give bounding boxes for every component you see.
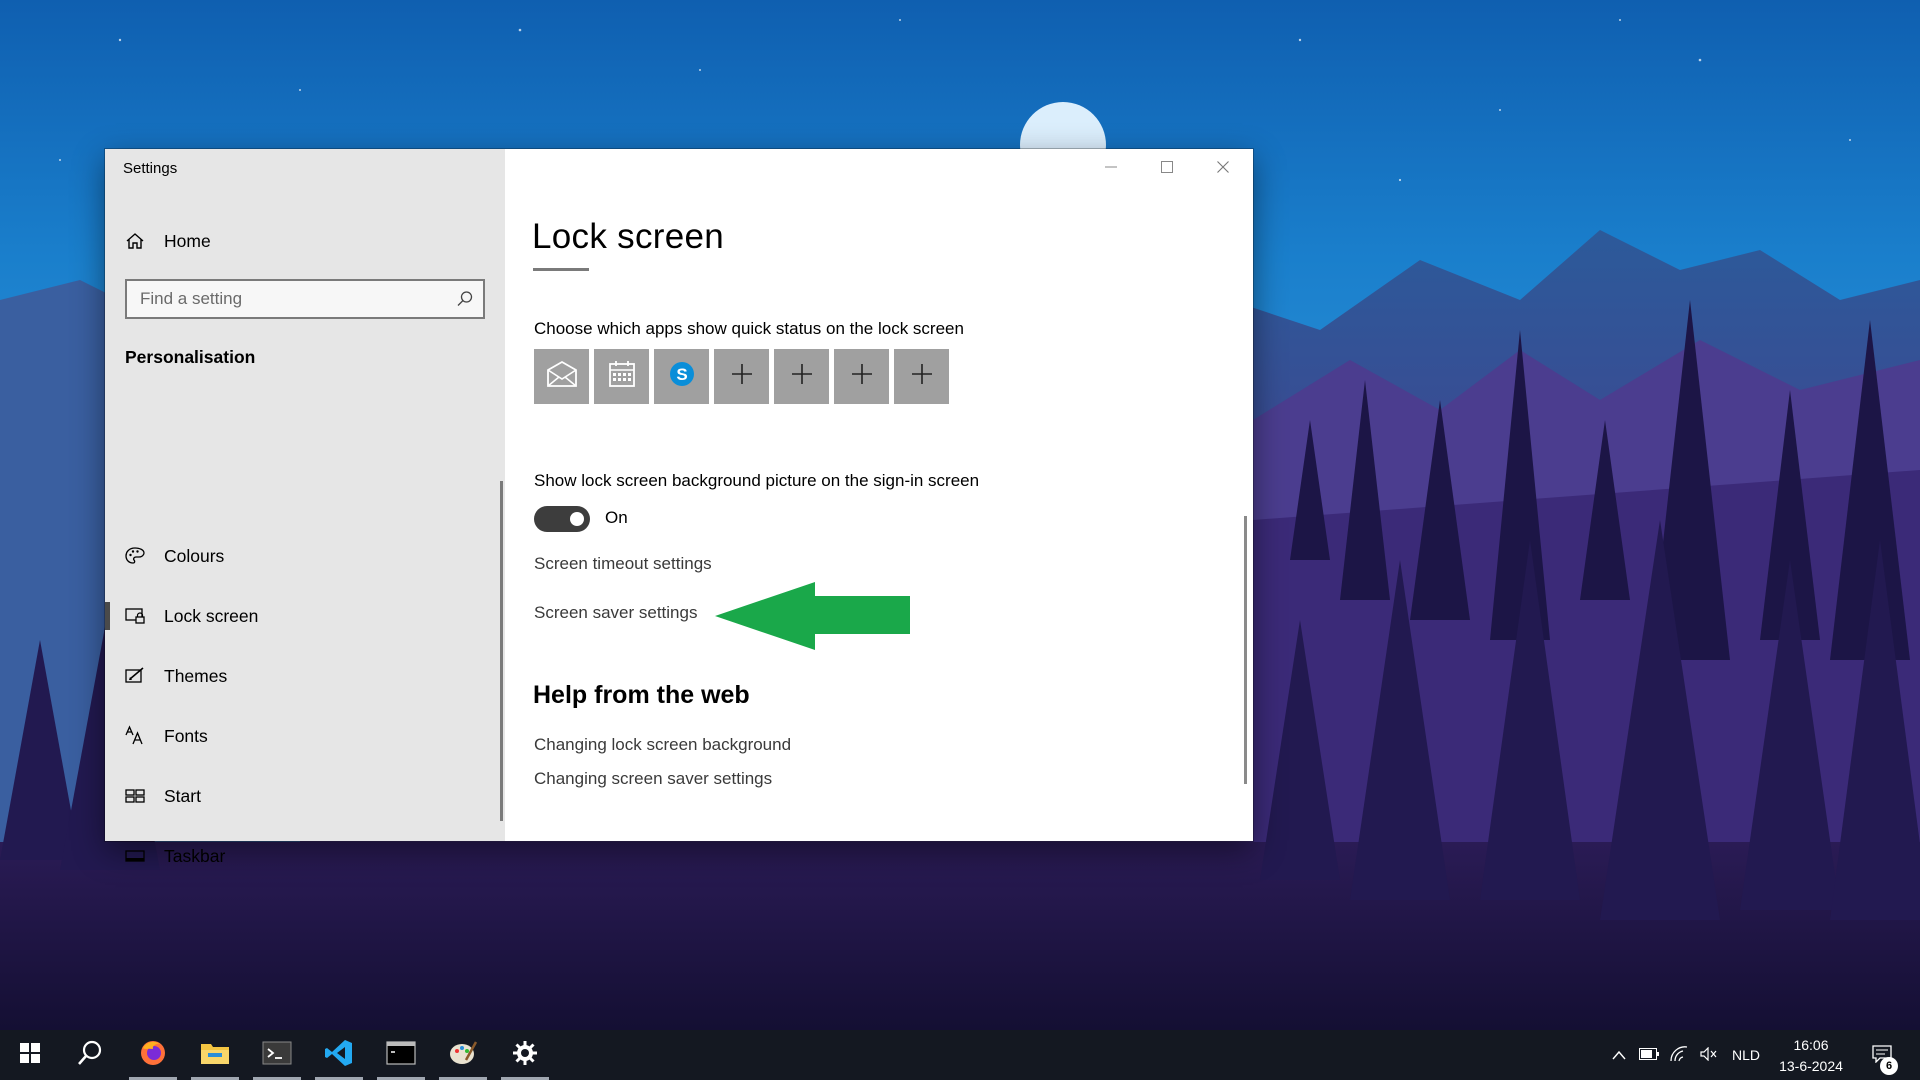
quick-status-apps: S <box>534 349 949 404</box>
sidebar-item-label: Fonts <box>164 725 208 746</box>
quick-status-add-slot[interactable] <box>894 349 949 404</box>
help-link-screen-saver-settings[interactable]: Changing screen saver settings <box>534 769 772 789</box>
clock-time: 16:06 <box>1793 1037 1829 1053</box>
settings-icon <box>512 1040 538 1071</box>
nav-home[interactable]: Home <box>105 219 505 263</box>
themes-icon <box>124 665 146 687</box>
windows-logo-icon <box>20 1042 40 1068</box>
sidebar-item-label: Themes <box>164 665 228 686</box>
lock-screen-icon <box>124 605 146 627</box>
clock-date: 13-6-2024 <box>1779 1058 1843 1074</box>
paint-icon <box>448 1038 478 1073</box>
taskbar-search-button[interactable] <box>62 1030 118 1080</box>
page-title: Lock screen <box>532 217 725 256</box>
mail-icon <box>545 359 579 394</box>
section-title-personalisation: Personalisation <box>125 347 256 367</box>
content-pane: Lock screen Choose which apps show quick… <box>505 149 1253 841</box>
skype-icon: S <box>667 359 697 394</box>
add-icon <box>911 363 933 390</box>
signin-background-label: Show lock screen background picture on t… <box>534 471 980 490</box>
quick-status-calendar[interactable] <box>594 349 649 404</box>
nav-home-label: Home <box>164 230 211 251</box>
vscode-icon <box>324 1038 354 1073</box>
calendar-icon <box>607 359 637 394</box>
battery-icon <box>1639 1047 1659 1063</box>
add-icon <box>851 363 873 390</box>
close-button[interactable] <box>1195 149 1251 185</box>
sidebar-scrollbar[interactable] <box>500 481 503 821</box>
title-underline <box>533 268 589 271</box>
wifi-icon <box>1670 1045 1688 1065</box>
search-icon[interactable] <box>455 289 475 309</box>
taskbar: NLD 16:06 13-6-2024 6 <box>0 1030 1920 1080</box>
taskbar-file-explorer[interactable] <box>187 1030 243 1080</box>
sidebar-item-themes[interactable]: Themes <box>105 651 505 701</box>
chevron-up-icon <box>1612 1047 1626 1063</box>
command-prompt-icon <box>386 1040 416 1071</box>
search-input[interactable] <box>127 281 447 317</box>
toggle-knob <box>570 512 584 526</box>
start-icon <box>124 785 146 807</box>
taskbar-firefox[interactable] <box>125 1030 181 1080</box>
sidebar-item-taskbar[interactable]: Taskbar <box>105 831 505 881</box>
tray-language[interactable]: NLD <box>1726 1030 1766 1080</box>
taskbar-paint[interactable] <box>435 1030 491 1080</box>
tray-clock[interactable]: 16:06 13-6-2024 <box>1768 1035 1854 1077</box>
content-scrollbar[interactable] <box>1244 516 1247 784</box>
sidebar-item-fonts[interactable]: Fonts <box>105 711 505 761</box>
signin-background-toggle[interactable] <box>534 506 590 532</box>
window-title: Settings <box>123 160 178 177</box>
tray-battery[interactable] <box>1636 1030 1662 1080</box>
add-icon <box>731 363 753 390</box>
sidebar-item-colours[interactable]: Colours <box>105 531 505 581</box>
taskbar-settings[interactable] <box>497 1030 553 1080</box>
fonts-icon <box>124 725 146 747</box>
sidebar-item-label: Taskbar <box>164 845 226 866</box>
sidebar-item-label: Lock screen <box>164 605 259 626</box>
sidebar-item-label: Colours <box>164 545 225 566</box>
tray-network[interactable] <box>1666 1030 1692 1080</box>
quick-status-add-slot[interactable] <box>714 349 769 404</box>
volume-muted-icon <box>1700 1046 1718 1064</box>
taskbar-icon <box>124 845 146 867</box>
annotation-arrow <box>715 582 910 650</box>
taskbar-command-prompt[interactable] <box>373 1030 429 1080</box>
toggle-state-label: On <box>605 508 628 527</box>
taskbar-vscode[interactable] <box>311 1030 367 1080</box>
quick-status-skype[interactable]: S <box>654 349 709 404</box>
sidebar-item-lock-screen[interactable]: Lock screen <box>105 591 505 641</box>
settings-window: Settings Home Personalisation Colours L <box>105 149 1253 866</box>
sidebar: Settings Home Personalisation Colours L <box>105 149 505 866</box>
taskbar-terminal[interactable] <box>249 1030 305 1080</box>
notification-count-badge: 6 <box>1880 1057 1898 1075</box>
add-icon <box>791 363 813 390</box>
file-explorer-icon <box>200 1040 230 1071</box>
home-icon <box>124 230 146 252</box>
quick-status-mail[interactable] <box>534 349 589 404</box>
help-section-title: Help from the web <box>533 681 750 709</box>
tray-volume[interactable] <box>1696 1030 1722 1080</box>
svg-text:S: S <box>676 365 687 384</box>
screen-saver-settings-link[interactable]: Screen saver settings <box>534 603 697 623</box>
maximize-button[interactable] <box>1139 149 1195 185</box>
quick-status-add-slot[interactable] <box>834 349 889 404</box>
start-button[interactable] <box>2 1030 58 1080</box>
minimize-button[interactable] <box>1083 149 1139 185</box>
sidebar-item-start[interactable]: Start <box>105 771 505 821</box>
search-icon <box>76 1039 104 1072</box>
show-hidden-icons-button[interactable] <box>1606 1030 1632 1080</box>
sidebar-item-label: Start <box>164 785 201 806</box>
screen-timeout-settings-link[interactable]: Screen timeout settings <box>534 554 712 574</box>
quick-status-add-slot[interactable] <box>774 349 829 404</box>
quick-status-label: Choose which apps show quick status on t… <box>534 319 964 338</box>
firefox-icon <box>138 1038 168 1073</box>
terminal-icon <box>262 1040 292 1071</box>
find-setting-search[interactable] <box>125 279 485 319</box>
help-link-lock-screen-background[interactable]: Changing lock screen background <box>534 735 791 755</box>
palette-icon <box>124 545 146 567</box>
